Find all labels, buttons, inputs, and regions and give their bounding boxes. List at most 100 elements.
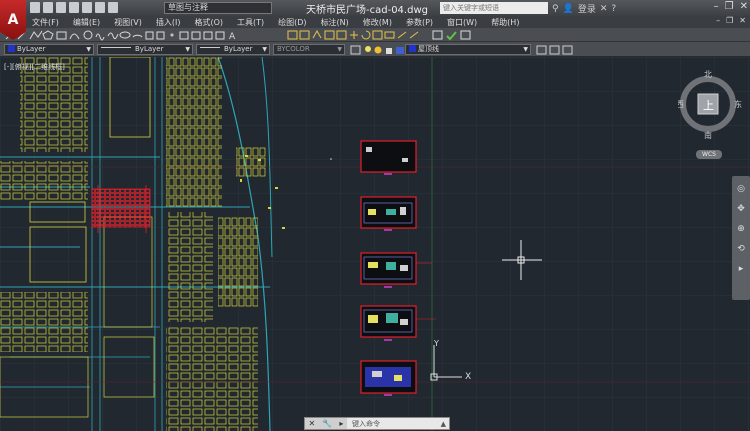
- menu-file[interactable]: 文件(F): [32, 17, 59, 28]
- workspace-label: 草图与注释: [168, 3, 208, 12]
- steering-wheel-icon[interactable]: ◎: [737, 184, 745, 194]
- menu-bar: 文件(F) 编辑(E) 视图(V) 插入(I) 格式(O) 工具(T) 绘图(D…: [26, 16, 750, 28]
- redo-icon[interactable]: [108, 2, 118, 13]
- spline-icon: [107, 32, 119, 40]
- hatch-icon: [179, 31, 189, 40]
- building-block: [218, 217, 258, 307]
- menu-insert[interactable]: 插入(I): [156, 17, 181, 28]
- orbit-icon[interactable]: ⟲: [737, 244, 745, 254]
- highlighted-site: [91, 188, 151, 228]
- plotstyle-value: BYCOLOR: [277, 45, 310, 53]
- application-menu-button[interactable]: A: [0, 0, 26, 40]
- point-mark: [330, 158, 332, 160]
- make-current-icon: [536, 45, 547, 55]
- floor-plan-sheet: [360, 360, 417, 396]
- close-icon[interactable]: ✕: [309, 419, 316, 428]
- help-icon[interactable]: ?: [611, 4, 616, 14]
- pan-icon[interactable]: ✥: [737, 204, 745, 214]
- doc-close-icon[interactable]: ✕: [739, 16, 746, 25]
- wcs-menu[interactable]: WCS: [696, 150, 722, 159]
- open-icon[interactable]: [43, 2, 53, 13]
- chevron-up-icon[interactable]: ▲: [441, 420, 449, 428]
- drawing-area: Y X: [0, 57, 750, 431]
- save-as-icon[interactable]: [69, 2, 79, 13]
- new-icon[interactable]: [30, 2, 40, 13]
- compass-north: 北: [704, 70, 712, 79]
- plot-icon[interactable]: [82, 2, 92, 13]
- binoculars-icon[interactable]: ⚲: [552, 4, 559, 14]
- wrench-icon[interactable]: 🔧: [322, 419, 332, 428]
- copy-icon: [299, 30, 310, 40]
- command-line: ✕ 🔧 ▸ 键入命令 ▲: [304, 417, 450, 430]
- layer-combo[interactable]: 屋顶线 ▼: [405, 44, 531, 55]
- undo-icon[interactable]: [95, 2, 105, 13]
- menu-draw[interactable]: 绘图(D): [278, 17, 306, 28]
- zoom-icon[interactable]: ⊕: [737, 224, 745, 234]
- check-icon: [446, 31, 457, 41]
- showmotion-icon[interactable]: ▸: [739, 264, 744, 274]
- revcloud-icon: [95, 33, 105, 41]
- rotate-icon: [361, 30, 371, 40]
- menu-edit[interactable]: 编辑(E): [73, 17, 100, 28]
- chevron-down-icon: ▼: [262, 46, 267, 53]
- building-block: [168, 212, 213, 322]
- app-logo-letter: A: [7, 12, 19, 28]
- prompt-icon[interactable]: ▸: [339, 419, 343, 428]
- mirror-icon: [312, 29, 322, 39]
- layer-properties-icon: [350, 45, 361, 55]
- lineweight-combo[interactable]: ByLayer ▼: [196, 44, 270, 55]
- unlock-icon: [386, 48, 392, 54]
- layer-color-icon: [396, 47, 404, 54]
- search-input[interactable]: 键入关键字或短语: [440, 2, 548, 14]
- close-icon[interactable]: ✕: [740, 1, 748, 12]
- region-icon: [203, 31, 213, 40]
- minimize-icon[interactable]: –: [714, 1, 719, 12]
- menu-help[interactable]: 帮助(H): [491, 17, 519, 28]
- user-icon[interactable]: 👤: [563, 4, 574, 14]
- compass-east: 东: [734, 99, 742, 109]
- viewcube-graphic: 上 北 南 东 西: [676, 70, 742, 140]
- menu-tools[interactable]: 工具(T): [237, 17, 264, 28]
- properties-icon: [432, 30, 443, 40]
- doc-minimize-icon[interactable]: –: [716, 16, 720, 25]
- linetype-combo[interactable]: ByLayer ▼: [97, 44, 193, 55]
- stretch-icon: [384, 31, 395, 39]
- plotstyle-combo[interactable]: BYCOLOR ▼: [273, 44, 345, 55]
- viewport-controls[interactable]: [-][俯视][二维线框]: [4, 62, 65, 72]
- menu-parametric[interactable]: 参数(P): [406, 17, 433, 28]
- cube-top-label: 上: [703, 99, 714, 112]
- workspace-selector[interactable]: 草图与注释: [164, 2, 272, 14]
- floor-plan-sheet: [360, 196, 417, 231]
- building-block: [166, 57, 222, 207]
- exchange-icon[interactable]: ✕: [600, 4, 608, 14]
- doc-restore-icon[interactable]: ❐: [726, 16, 733, 25]
- color-combo[interactable]: ByLayer ▼: [4, 44, 94, 55]
- layer-tool-icons: [536, 45, 573, 55]
- array-icon: [336, 30, 347, 40]
- erase-icon: [287, 30, 298, 40]
- drawing-canvas[interactable]: Y X: [0, 57, 750, 431]
- menu-dimension[interactable]: 标注(N): [321, 17, 349, 28]
- login-link[interactable]: 登录: [578, 2, 596, 15]
- ucs-y-label: Y: [433, 339, 439, 348]
- lineweight-value: ByLayer: [224, 45, 253, 53]
- menu-window[interactable]: 窗口(W): [447, 17, 477, 28]
- building-block: [166, 327, 258, 431]
- restore-icon[interactable]: ❐: [725, 1, 734, 12]
- circle-icon: [83, 30, 93, 40]
- menu-format[interactable]: 格式(O): [194, 17, 223, 28]
- insert-block-icon: [145, 31, 154, 40]
- offset-icon: [324, 30, 335, 40]
- mtext-icon: A: [229, 32, 236, 42]
- menu-modify[interactable]: 修改(M): [363, 17, 392, 28]
- menu-view[interactable]: 视图(V): [114, 17, 142, 28]
- command-input[interactable]: 键入命令: [347, 419, 441, 429]
- navigation-bar: ◎ ✥ ⊕ ⟲ ▸: [732, 176, 750, 300]
- scale-icon: [372, 30, 383, 40]
- make-block-icon: [156, 31, 165, 40]
- viewcube[interactable]: 上 北 南 东 西: [676, 68, 742, 144]
- command-line-buttons: ✕ 🔧 ▸: [305, 418, 347, 429]
- floor-plan-sheet: [360, 140, 417, 175]
- color-value: ByLayer: [17, 45, 46, 53]
- save-icon[interactable]: [56, 2, 66, 13]
